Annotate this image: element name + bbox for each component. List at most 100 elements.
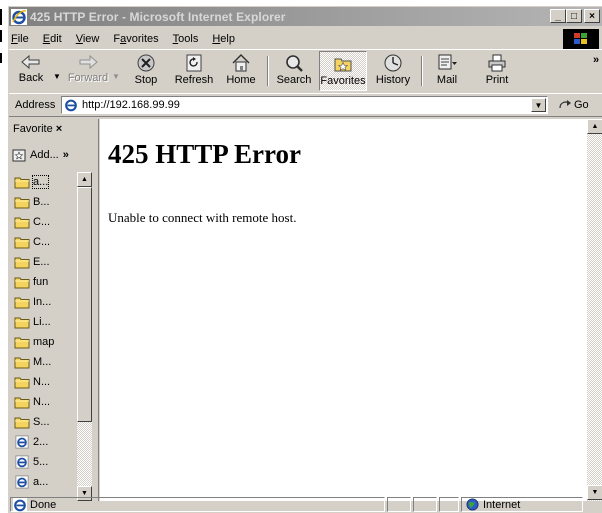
- page-done-icon: [13, 497, 27, 512]
- print-button[interactable]: Print: [475, 51, 519, 91]
- ie-page-icon: [15, 475, 29, 489]
- favorites-list-item[interactable]: B...: [11, 192, 77, 212]
- favorites-label: Favorites: [320, 75, 366, 87]
- menu-tools-label: ools: [178, 32, 199, 45]
- favorites-list-item[interactable]: a...: [11, 172, 77, 192]
- favorites-button[interactable]: Favorites: [319, 51, 367, 91]
- folder-icon: [14, 317, 30, 329]
- forward-arrow-icon: [79, 54, 98, 70]
- address-input[interactable]: http://192.168.99.99 ▼: [61, 96, 548, 114]
- page-scroll-up-button[interactable]: ▲: [587, 119, 602, 134]
- menu-tools[interactable]: Tools: [166, 33, 206, 45]
- favorites-scrollbar[interactable]: ▲ ▼: [77, 172, 92, 501]
- favorites-list-item-label: map: [33, 336, 55, 348]
- menu-file-label: ile: [17, 32, 29, 45]
- back-arrow-icon: [21, 54, 40, 70]
- add-favorite-button[interactable]: Add... »: [12, 144, 78, 166]
- status-text-panel: Done: [10, 497, 385, 512]
- back-label: Back: [18, 72, 44, 84]
- menu-favorites[interactable]: Favorites: [106, 33, 165, 45]
- scroll-up-button[interactable]: ▲: [77, 172, 92, 187]
- search-button[interactable]: Search: [271, 51, 317, 91]
- menu-edit-mnemonic: E: [42, 32, 51, 45]
- favorites-list-item-label: fun: [33, 276, 49, 288]
- menu-file[interactable]: File: [9, 33, 36, 45]
- maximize-button[interactable]: □: [566, 9, 582, 23]
- toolbar-separator: [267, 56, 269, 86]
- status-text: Done: [30, 498, 57, 511]
- home-button[interactable]: Home: [221, 51, 261, 91]
- pane-splitter[interactable]: [92, 119, 99, 501]
- go-arrow-icon: [559, 100, 571, 109]
- windows-logo-throbber: [563, 29, 599, 49]
- favorites-list-item[interactable]: S...: [11, 412, 77, 432]
- favorites-list-item[interactable]: N...: [11, 392, 77, 412]
- mail-button[interactable]: Mail: [425, 51, 469, 91]
- history-button[interactable]: History: [371, 51, 415, 91]
- windows-flag-icon: [574, 33, 587, 44]
- menu-view[interactable]: View: [69, 33, 107, 45]
- favorites-list-item[interactable]: E...: [11, 252, 77, 272]
- minimize-button[interactable]: _: [550, 9, 566, 23]
- close-button[interactable]: ×: [584, 9, 600, 23]
- back-dropdown-icon[interactable]: ▼: [53, 72, 61, 81]
- edge-mark: [0, 30, 2, 42]
- favorites-pane-close-icon[interactable]: ×: [56, 123, 62, 135]
- favorites-list-item[interactable]: 2...: [11, 432, 77, 452]
- folder-icon: [14, 217, 30, 229]
- menu-help[interactable]: Help: [205, 33, 242, 45]
- menu-view-mnemonic: V: [75, 32, 83, 45]
- refresh-icon: [186, 54, 202, 72]
- folder-icon: [14, 257, 30, 269]
- menu-file-mnemonic: F: [11, 32, 18, 45]
- folder-icon: [14, 177, 30, 189]
- favorites-list-item[interactable]: In...: [11, 292, 77, 312]
- stop-button[interactable]: Stop: [124, 51, 168, 91]
- arrow-up-icon: ▲: [81, 176, 88, 183]
- mail-label: Mail: [436, 74, 458, 86]
- favorites-list-item-label: E...: [33, 256, 50, 268]
- folder-icon: [14, 277, 30, 289]
- page-scrollbar[interactable]: ▲ ▼: [587, 119, 602, 501]
- folder-icon: [14, 417, 30, 429]
- favorites-list-item-label: B...: [33, 196, 50, 208]
- menu-edit[interactable]: Edit: [36, 33, 69, 45]
- favorites-list-item[interactable]: a...: [11, 472, 77, 492]
- printer-icon: [488, 54, 506, 72]
- title-bar[interactable]: 425 HTTP Error - Microsoft Internet Expl…: [9, 7, 602, 26]
- favorites-list-item[interactable]: M...: [11, 352, 77, 372]
- favorites-list-item-label: a...: [33, 476, 49, 488]
- address-dropdown-button[interactable]: ▼: [531, 98, 546, 112]
- favorites-pane-header: Favorite ×: [13, 123, 62, 135]
- favorites-list-item-label: C...: [33, 216, 51, 228]
- favorites-list-item[interactable]: N...: [11, 372, 77, 392]
- scroll-thumb[interactable]: [77, 187, 92, 422]
- edge-mark: [0, 9, 2, 25]
- refresh-button[interactable]: Refresh: [172, 51, 216, 91]
- menu-view-label: iew: [82, 32, 100, 45]
- stop-label: Stop: [134, 74, 158, 86]
- status-panel-empty: [439, 497, 459, 512]
- print-label: Print: [485, 74, 509, 86]
- stop-icon: [137, 54, 155, 72]
- home-label: Home: [226, 74, 256, 86]
- close-icon: ×: [589, 10, 595, 22]
- favorites-list-item[interactable]: Li...: [11, 312, 77, 332]
- go-button[interactable]: Go: [558, 96, 589, 114]
- favorites-list-item[interactable]: 5...: [11, 452, 77, 472]
- favorites-folder-icon: [334, 58, 352, 72]
- favorites-list-item[interactable]: fun: [11, 272, 77, 292]
- forward-button[interactable]: Forward: [65, 51, 111, 91]
- favorites-list-item[interactable]: C...: [11, 212, 77, 232]
- favorites-list: a... B... C... C... E... fun In... Li... map M...…: [11, 172, 77, 501]
- favorites-more-chevron[interactable]: »: [63, 149, 69, 161]
- favorites-list-item-label: N...: [33, 396, 51, 408]
- forward-label: Forward: [67, 72, 109, 84]
- forward-dropdown-icon[interactable]: ▼: [112, 72, 120, 81]
- favorites-list-item[interactable]: map: [11, 332, 77, 352]
- back-button[interactable]: Back: [12, 51, 50, 91]
- favorites-list-item[interactable]: C...: [11, 232, 77, 252]
- toolbar-overflow-chevron[interactable]: »: [593, 54, 599, 66]
- window-title: 425 HTTP Error - Microsoft Internet Expl…: [30, 9, 286, 24]
- favorites-list-item-label: M...: [33, 356, 52, 368]
